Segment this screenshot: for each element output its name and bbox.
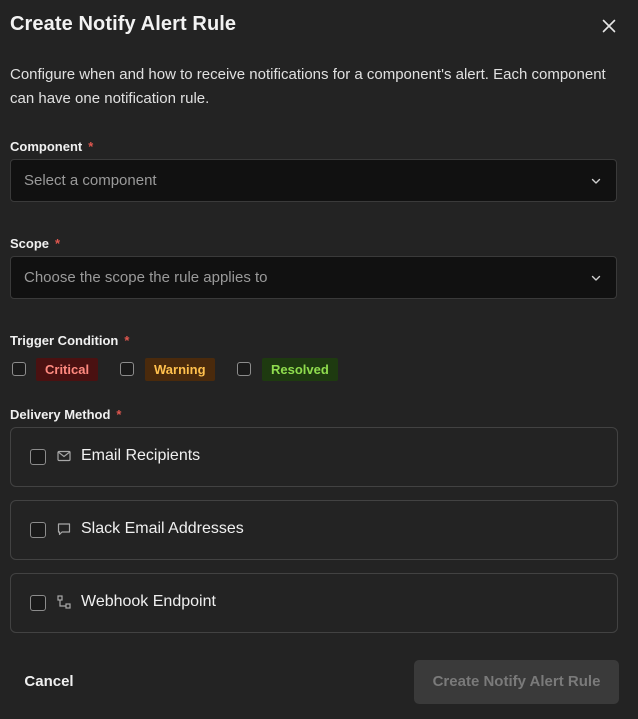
required-mark: * — [124, 333, 130, 348]
trigger-condition-label-text: Trigger Condition — [10, 333, 119, 348]
scope-label: Scope * — [10, 236, 60, 251]
required-mark: * — [116, 407, 122, 422]
resolved-checkbox[interactable] — [237, 362, 251, 376]
chevron-down-icon — [591, 178, 601, 184]
slack-checkbox[interactable] — [30, 522, 46, 538]
component-placeholder: Select a component — [24, 172, 157, 189]
delivery-option-slack[interactable]: Slack Email Addresses — [10, 500, 618, 560]
scope-select[interactable]: Choose the scope the rule applies to — [10, 256, 617, 299]
delivery-method-label-text: Delivery Method — [10, 407, 111, 422]
component-label: Component * — [10, 139, 93, 154]
required-mark: * — [88, 139, 94, 154]
mail-icon — [57, 450, 71, 462]
chat-bubble-icon — [57, 523, 71, 536]
warning-checkbox[interactable] — [120, 362, 134, 376]
webhook-icon — [57, 595, 71, 609]
close-icon — [602, 19, 616, 33]
create-notify-alert-rule-dialog: Create Notify Alert Rule Configure when … — [0, 0, 638, 719]
email-checkbox[interactable] — [30, 449, 46, 465]
slack-option-label: Slack Email Addresses — [81, 520, 244, 537]
warning-badge[interactable]: Warning — [145, 358, 215, 381]
chevron-down-icon — [591, 275, 601, 281]
component-label-text: Component — [10, 139, 83, 154]
cancel-button[interactable]: Cancel — [10, 662, 88, 702]
scope-placeholder: Choose the scope the rule applies to — [24, 269, 268, 286]
resolved-badge[interactable]: Resolved — [262, 358, 338, 381]
create-rule-button[interactable]: Create Notify Alert Rule — [414, 660, 619, 704]
delivery-method-label: Delivery Method * — [10, 407, 121, 422]
required-mark: * — [55, 236, 61, 251]
delivery-option-email[interactable]: Email Recipients — [10, 427, 618, 487]
trigger-condition-label: Trigger Condition * — [10, 333, 129, 348]
close-button[interactable] — [598, 15, 620, 37]
webhook-option-label: Webhook Endpoint — [81, 593, 216, 610]
critical-checkbox[interactable] — [12, 362, 26, 376]
critical-badge[interactable]: Critical — [36, 358, 99, 381]
component-select[interactable]: Select a component — [10, 159, 617, 202]
dialog-title: Create Notify Alert Rule — [10, 13, 237, 35]
webhook-checkbox[interactable] — [30, 595, 46, 611]
dialog-description: Configure when and how to receive notifi… — [10, 66, 606, 107]
scope-label-text: Scope — [10, 236, 50, 251]
delivery-option-webhook[interactable]: Webhook Endpoint — [10, 573, 618, 633]
email-option-label: Email Recipients — [81, 447, 201, 464]
